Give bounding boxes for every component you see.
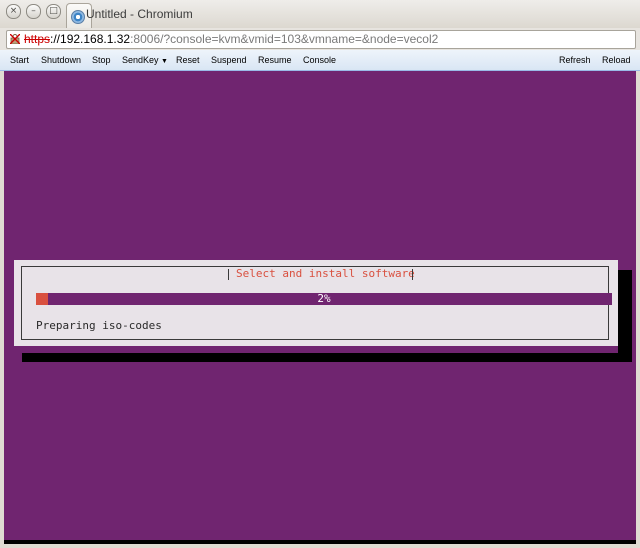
- status-text: Preparing iso-codes: [36, 319, 162, 332]
- reset-button[interactable]: Reset: [176, 55, 200, 65]
- url-path: :8006/?console=kvm&vmid=103&vmname=&node…: [130, 32, 439, 46]
- browser-window: × – □ Untitled - Chromium https://192.16…: [0, 0, 640, 548]
- dialog-title: Select and install software: [230, 267, 421, 280]
- broken-lock-icon: [10, 34, 20, 44]
- close-window-icon[interactable]: ×: [6, 4, 21, 19]
- progress-bar: 2%: [36, 293, 612, 305]
- dialog-shadow: [22, 353, 632, 362]
- suspend-button[interactable]: Suspend: [211, 55, 247, 65]
- chevron-down-icon: ▼: [161, 58, 168, 65]
- reload-button[interactable]: Reload: [602, 55, 631, 65]
- chromium-icon: [71, 10, 85, 24]
- dialog-shadow-right: [618, 270, 632, 362]
- url-host: ://192.168.1.32: [50, 32, 131, 46]
- vm-toolbar: Start Shutdown Stop SendKey ▼ Reset Susp…: [0, 50, 640, 71]
- title-bracket-left: [228, 269, 229, 280]
- minimize-window-icon[interactable]: –: [26, 4, 41, 19]
- window-title: Untitled - Chromium: [86, 7, 193, 21]
- progress-percent-label: 2%: [317, 292, 331, 305]
- refresh-button[interactable]: Refresh: [559, 55, 591, 65]
- installer-dialog: Select and install software 2% Preparing…: [14, 260, 618, 346]
- dialog-frame: Select and install software 2% Preparing…: [21, 266, 612, 340]
- resume-button[interactable]: Resume: [258, 55, 292, 65]
- address-bar: https://192.168.1.32:8006/?console=kvm&v…: [0, 28, 640, 51]
- console-bottom-edge: [4, 540, 636, 544]
- start-button[interactable]: Start: [10, 55, 29, 65]
- url-input[interactable]: https://192.168.1.32:8006/?console=kvm&v…: [6, 30, 636, 49]
- url-scheme: https: [24, 32, 51, 46]
- title-bracket-right: [412, 269, 413, 280]
- console-button[interactable]: Console: [303, 55, 336, 65]
- maximize-window-icon[interactable]: □: [46, 4, 61, 19]
- title-bar: × – □ Untitled - Chromium: [0, 0, 640, 29]
- stop-button[interactable]: Stop: [92, 55, 111, 65]
- shutdown-button[interactable]: Shutdown: [41, 55, 81, 65]
- sendkey-button[interactable]: SendKey ▼: [122, 55, 168, 65]
- sendkey-label: SendKey: [122, 55, 159, 65]
